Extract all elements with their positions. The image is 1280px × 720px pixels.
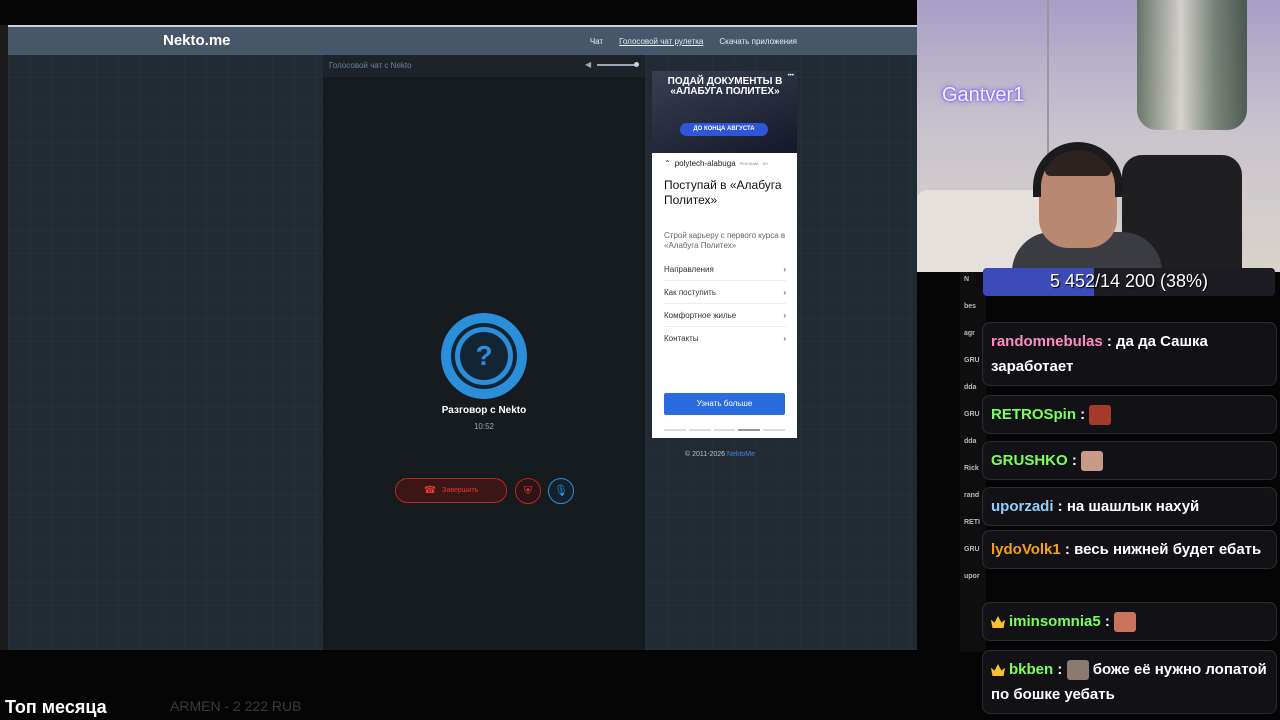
emote-angry-face-icon: [1089, 405, 1112, 426]
report-shield-button[interactable]: ⛨: [515, 478, 541, 504]
ad-link-label: Как поступить: [664, 287, 716, 297]
chat-strip-username: agr: [964, 330, 975, 337]
chat-username[interactable]: uporzadi: [991, 498, 1054, 515]
ad-label: РЕКЛАМА · 16+: [739, 161, 769, 166]
ad-source: ⌃ polytech-alabuga РЕКЛАМА · 16+: [664, 159, 769, 168]
conversation-timer: 10:52: [473, 422, 495, 431]
panel-header: Голосовой чат с Nekto ◀: [323, 55, 645, 77]
ad-link-label: Комфортное жилье: [664, 310, 737, 320]
chat-username[interactable]: GRUSHKO: [991, 452, 1068, 469]
end-call-label: Завершить: [442, 487, 479, 494]
chevron-right-icon: ›: [783, 310, 786, 320]
webcam-feed: Gantver1: [917, 0, 1280, 272]
screen: Nekto.me Чат Голосовой чат рулетка Скача…: [0, 0, 1280, 720]
chat-strip-username: Rick: [964, 465, 979, 472]
chat-strip-username: dda: [964, 384, 977, 391]
emote-face-icon: [1114, 612, 1137, 633]
site-logo[interactable]: Nekto.me: [163, 32, 231, 49]
avatar-inner: ?: [451, 323, 517, 389]
chat-message: uporzadi : на шашлык нахуй: [982, 487, 1277, 526]
copyright: © 2011-2026 NektoMe: [685, 451, 755, 458]
donation-goal: 5 452/14 200 (38%): [983, 268, 1275, 296]
chat-message: iminsomnia5 :: [982, 602, 1277, 641]
chat-username[interactable]: iminsomnia5: [1009, 613, 1101, 630]
ad-link-contacts[interactable]: Контакты ›: [664, 327, 786, 350]
chevron-right-icon: ›: [783, 334, 786, 343]
browser-window: Nekto.me Чат Голосовой чат рулетка Скача…: [8, 25, 917, 650]
chat-text: на шашлык нахуй: [1066, 498, 1200, 515]
end-call-button[interactable]: ☎ Завершить: [395, 478, 507, 503]
chat-strip-username: N: [964, 276, 970, 283]
question-mark-icon: ?: [455, 327, 513, 385]
phone-hangup-icon: ☎: [423, 485, 437, 496]
volume-control[interactable]: ◀: [585, 60, 639, 69]
ad-headline[interactable]: Поступай в «Алабуга Политех»: [664, 178, 789, 208]
goal-text: 5 452/14 200 (38%): [1049, 271, 1209, 291]
speaker-icon: ◀: [585, 60, 592, 69]
emote-face-icon: [1081, 451, 1104, 472]
chat-strip-username: GRU: [964, 546, 980, 553]
copyright-link[interactable]: NektoMe: [727, 451, 755, 458]
ad-link-housing[interactable]: Комфортное жилье ›: [664, 304, 786, 327]
chat-strip-username: RETI: [964, 519, 980, 526]
copyright-text: © 2011-2026: [685, 451, 726, 458]
chat-strip-username: rand: [964, 492, 980, 499]
top-donor: ARMEN - 2 222 RUB: [170, 698, 302, 714]
microphone-icon: 🎙: [554, 485, 568, 497]
chevron-right-icon: ›: [783, 287, 786, 297]
chat-message: bkben : боже её нужно лопатой по бошке у…: [982, 650, 1277, 714]
site-nav: Чат Голосовой чат рулетка Скачать прилож…: [590, 37, 797, 46]
nav-download-apps[interactable]: Скачать приложения: [719, 37, 797, 46]
chat-strip-username: dda: [964, 438, 977, 445]
stream-bottom-bar: [0, 650, 960, 720]
chat-text: весь нижней будет ебать: [1074, 541, 1262, 558]
webcam-clothes: [1137, 0, 1247, 130]
ad-link-label: Контакты: [664, 334, 699, 343]
crown-badge-icon: [991, 664, 1005, 677]
chat-username[interactable]: RETROSpin: [991, 406, 1076, 423]
volume-knob[interactable]: [634, 62, 639, 67]
chat-strip-username: GRU: [964, 357, 980, 364]
chevron-logo-icon: ⌃: [664, 159, 671, 168]
chat-message: RETROSpin :: [982, 395, 1277, 434]
ad-carousel-indicator: [664, 429, 785, 431]
voice-chat-panel: Голосовой чат с Nekto ◀ ? Разговор с Nek…: [323, 55, 645, 650]
ad-link-directions[interactable]: Направления ›: [664, 258, 786, 281]
left-edge-strip: [0, 25, 8, 650]
chat-strip-username: GRU: [964, 411, 980, 418]
ad-banner-image[interactable]: ••• ПОДАЙ ДОКУМЕНТЫ В «АЛАБУГА ПОЛИТЕХ» …: [652, 71, 797, 153]
chat-username[interactable]: bkben: [1009, 661, 1053, 678]
ad-subtext: Строй карьеру с первого курса в «Алабуга…: [664, 231, 786, 250]
chat-message: GRUSHKO :: [982, 441, 1277, 480]
chat-message: randomnebulas : да да Сашка заработает: [982, 322, 1277, 386]
volume-slider[interactable]: [597, 62, 639, 67]
crown-badge-icon: [991, 616, 1005, 629]
advertisement[interactable]: ••• ПОДАЙ ДОКУМЕНТЫ В «АЛАБУГА ПОЛИТЕХ» …: [652, 71, 797, 438]
shield-icon: ⛨: [523, 485, 533, 497]
ad-banner-text: ПОДАЙ ДОКУМЕНТЫ В «АЛАБУГА ПОЛИТЕХ»: [667, 76, 783, 97]
avatar: ?: [441, 313, 527, 399]
ad-links: Направления › Как поступить › Комфортное ж…: [664, 258, 786, 350]
chevron-right-icon: ›: [783, 264, 786, 274]
ad-link-label: Направления: [664, 264, 714, 274]
chat-strip-username: upor: [964, 573, 980, 580]
chat-message: lydoVolk1 : весь нижней будет ебать: [982, 530, 1277, 569]
conversation-title: Разговор с Nekto: [441, 405, 527, 416]
ad-link-admission[interactable]: Как поступить ›: [664, 281, 786, 304]
ad-banner-pill: ДО КОНЦА АВГУСТА: [680, 123, 768, 136]
streamer-name: Gantver1: [942, 84, 1025, 106]
emote-cat-icon: [1066, 660, 1089, 681]
microphone-button[interactable]: 🎙: [548, 478, 574, 504]
chat-strip-username: bes: [964, 303, 977, 310]
chat-username[interactable]: randomnebulas: [991, 333, 1103, 350]
top-month-label: Топ месяца: [5, 697, 107, 717]
chat-username[interactable]: lydoVolk1: [991, 541, 1061, 558]
panel-title: Голосовой чат с Nekto: [329, 61, 412, 70]
ad-source-name: polytech-alabuga: [674, 159, 736, 168]
site-header: Nekto.me Чат Голосовой чат рулетка Скача…: [8, 25, 917, 55]
nav-chat[interactable]: Чат: [590, 37, 603, 46]
ad-cta-button[interactable]: Узнать больше: [664, 393, 785, 415]
nav-voice-roulette[interactable]: Голосовой чат рулетка: [619, 37, 703, 46]
